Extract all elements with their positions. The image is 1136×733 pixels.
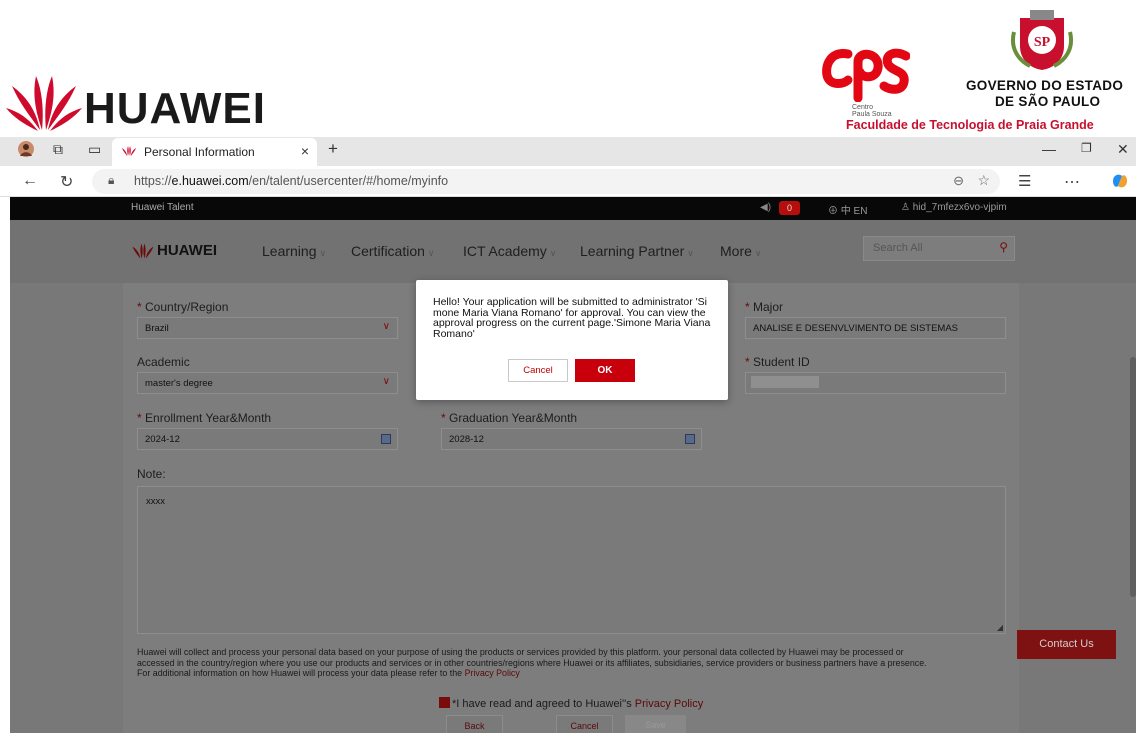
dialog-ok-button[interactable]: OK xyxy=(575,359,635,382)
cps-subtitle: Centro Paula Souza xyxy=(852,104,892,118)
refresh-icon[interactable]: ↻ xyxy=(60,172,73,192)
form-cancel-button[interactable]: Cancel xyxy=(556,715,613,733)
site-search-input[interactable]: Search All ⚲ xyxy=(863,236,1015,261)
note-textarea[interactable]: xxxx ◢ xyxy=(137,486,1006,634)
fatec-title: Faculdade de Tecnologia de Praia Grande xyxy=(846,118,1094,132)
menu-certification[interactable]: Certification ∨ xyxy=(351,243,435,259)
privacy-policy-link[interactable]: Privacy Policy xyxy=(465,668,520,678)
language-switch[interactable]: ⊕ 中 EN xyxy=(828,202,867,217)
zoom-icon[interactable]: ⊖ xyxy=(953,173,964,189)
favorites-list-icon[interactable]: ☰ xyxy=(1018,172,1031,190)
country-select[interactable]: Brazil ∨ xyxy=(137,317,398,339)
notification-icon[interactable]: ◀) xyxy=(760,202,771,213)
privacy-disclaimer: Huawei will collect and process your per… xyxy=(137,647,927,679)
huawei-nav-wordmark[interactable]: HUAWEI xyxy=(157,242,217,259)
copilot-icon[interactable] xyxy=(1110,171,1130,196)
contact-us-button[interactable]: Contact Us xyxy=(1017,630,1116,659)
sao-paulo-seal-icon: SP xyxy=(1011,10,1073,70)
chevron-down-icon: ∨ xyxy=(549,248,557,258)
save-button[interactable]: Save xyxy=(625,715,686,733)
gov-title-line2: DE SÃO PAULO xyxy=(995,94,1101,109)
site-nav-bar: HUAWEI Learning ∨ Certification ∨ ICT Acad… xyxy=(10,220,1136,283)
new-tab-icon[interactable]: + xyxy=(328,139,338,159)
redacted-block xyxy=(751,376,819,388)
calendar-icon[interactable] xyxy=(685,434,695,444)
chevron-down-icon: ∨ xyxy=(382,376,390,387)
graduation-label: * Graduation Year&Month xyxy=(441,411,578,425)
site-top-title: Huawei Talent xyxy=(131,202,194,213)
menu-learning[interactable]: Learning ∨ xyxy=(262,243,326,259)
favorite-star-icon[interactable]: ☆ xyxy=(977,172,990,189)
agree-row: *I have read and agreed to Huawei''s Pri… xyxy=(439,697,703,710)
approval-dialog: Hello! Your application will be submitte… xyxy=(416,280,728,400)
menu-ict-academy[interactable]: ICT Academy ∨ xyxy=(463,243,556,259)
search-icon[interactable]: ⚲ xyxy=(999,240,1008,254)
more-options-icon[interactable]: ⋯ xyxy=(1064,172,1080,192)
academic-label: Academic xyxy=(137,355,190,369)
cps-logo-icon xyxy=(822,48,910,102)
lock-icon[interactable]: 🔒︎ xyxy=(108,173,114,188)
page-scrollbar[interactable] xyxy=(1130,357,1136,597)
close-window-icon[interactable]: ✕ xyxy=(1117,141,1129,158)
student-id-field[interactable] xyxy=(745,372,1006,394)
workspaces-icon[interactable]: ⧉ xyxy=(53,141,63,158)
user-account[interactable]: ♙ hid_7mfezx6vo-vjpim xyxy=(901,202,1007,213)
tab-personal-information[interactable]: Personal Information × xyxy=(112,138,317,166)
svg-text:SP: SP xyxy=(1034,35,1051,50)
chevron-down-icon: ∨ xyxy=(319,248,327,258)
academic-select[interactable]: master's degree ∨ xyxy=(137,372,398,394)
chevron-down-icon: ∨ xyxy=(427,248,435,258)
chevron-down-icon: ∨ xyxy=(754,248,762,258)
dialog-cancel-button[interactable]: Cancel xyxy=(508,359,568,382)
user-icon: ♙ xyxy=(901,202,913,213)
agree-privacy-link[interactable]: Privacy Policy xyxy=(635,698,703,710)
back-arrow-icon[interactable]: ← xyxy=(22,172,38,190)
gov-title-line1: GOVERNO DO ESTADO xyxy=(966,78,1124,93)
search-placeholder: Search All xyxy=(873,242,923,254)
tab-close-icon[interactable]: × xyxy=(301,143,309,159)
url-field[interactable]: 🔒︎ https://e.huawei.com/en/talent/userce… xyxy=(92,169,1000,194)
chevron-down-icon: ∨ xyxy=(382,321,390,332)
note-label: Note: xyxy=(137,467,166,481)
menu-learning-partner[interactable]: Learning Partner ∨ xyxy=(580,243,694,259)
huawei-logo-icon xyxy=(6,76,82,131)
minimize-icon[interactable]: — xyxy=(1042,141,1056,157)
chevron-down-icon: ∨ xyxy=(687,248,694,258)
profile-avatar-icon[interactable] xyxy=(18,141,34,160)
logo-banner: HUAWEI Centro Paula Souza SP GOVERNO DO … xyxy=(0,0,1136,136)
calendar-icon[interactable] xyxy=(381,434,391,444)
major-label: * Major xyxy=(745,300,784,314)
back-button[interactable]: Back xyxy=(446,715,503,733)
site-top-bar: Huawei Talent ◀) 0 ⊕ 中 EN ♙ hid_7mfezx6v… xyxy=(10,197,1136,220)
enrollment-date-field[interactable]: 2024-12 xyxy=(137,428,398,450)
tab-title: Personal Information xyxy=(144,145,255,159)
restore-icon[interactable]: ❐ xyxy=(1081,141,1092,155)
agree-checkbox[interactable] xyxy=(439,697,450,708)
huawei-nav-logo-icon[interactable] xyxy=(131,242,155,260)
url-text: https://e.huawei.com/en/talent/usercente… xyxy=(134,174,449,188)
country-label: * Country/Region xyxy=(137,300,229,314)
enrollment-label: * Enrollment Year&Month xyxy=(137,411,272,425)
graduation-date-field[interactable]: 2028-12 xyxy=(441,428,702,450)
resize-handle-icon[interactable]: ◢ xyxy=(997,623,1003,632)
page-viewport: Huawei Talent ◀) 0 ⊕ 中 EN ♙ hid_7mfezx6v… xyxy=(10,197,1136,733)
menu-more[interactable]: More ∨ xyxy=(720,243,762,259)
student-id-label: * Student ID xyxy=(745,355,810,369)
notification-count-badge: 0 xyxy=(779,201,800,215)
huawei-wordmark: HUAWEI xyxy=(84,84,266,133)
dialog-message: Hello! Your application will be submitte… xyxy=(433,296,711,340)
huawei-favicon-icon xyxy=(122,146,136,156)
vertical-tabs-icon[interactable]: ▭ xyxy=(88,141,101,158)
major-field[interactable]: ANALISE E DESENVLVIMENTO DE SISTEMAS xyxy=(745,317,1006,339)
